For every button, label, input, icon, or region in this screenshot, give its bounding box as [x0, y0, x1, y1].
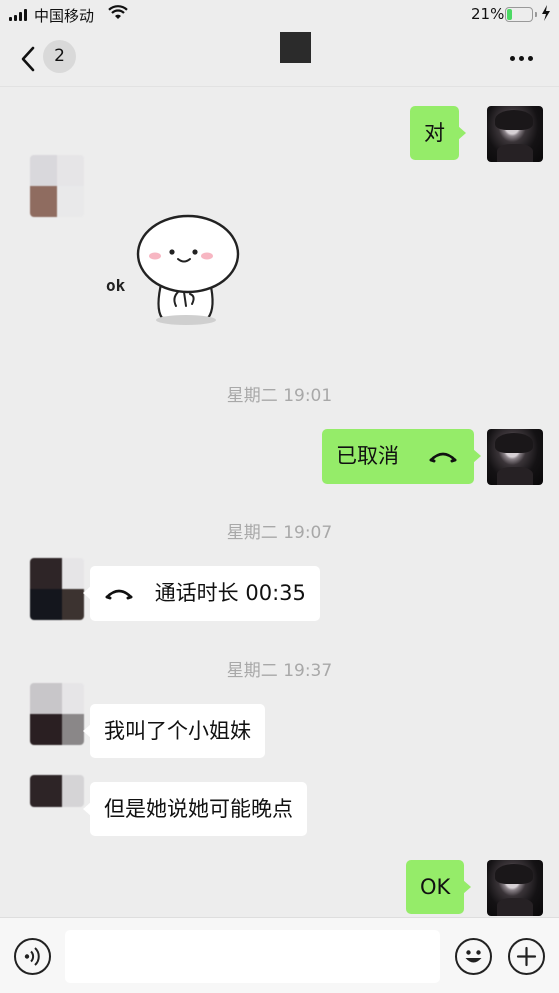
message-timestamp: 星期二 19:07	[226, 523, 333, 543]
more-button[interactable]	[505, 52, 537, 64]
back-arrow-icon	[21, 46, 35, 72]
message-text: 对	[424, 121, 445, 145]
status-bar: 中国移动 21%	[0, 0, 559, 30]
phone-hangup-icon	[104, 580, 134, 608]
battery-level	[507, 9, 513, 20]
battery-icon	[505, 7, 537, 22]
wifi-icon	[108, 5, 128, 25]
message-input[interactable]	[65, 930, 440, 983]
sticker-caption: ok	[106, 276, 126, 295]
more-dots-icon	[509, 55, 515, 61]
voice-icon	[24, 947, 40, 966]
plus-button[interactable]	[508, 938, 545, 975]
back-button[interactable]: 2	[14, 40, 78, 76]
call-duration-bubble[interactable]: 通话时长 00:35	[83, 566, 320, 621]
message-bubble-self[interactable]: OK	[406, 860, 472, 914]
battery-percent: 21%	[471, 5, 505, 23]
message-timestamp: 星期二 19:01	[226, 386, 333, 406]
call-cancelled-bubble-self[interactable]: 已取消	[322, 429, 481, 484]
sticker-message[interactable]: ok	[100, 210, 250, 330]
message-bubble-self[interactable]: 对	[410, 106, 466, 160]
my-avatar[interactable]	[487, 106, 543, 162]
contact-avatar[interactable]	[30, 775, 84, 807]
message-text: 通话时长 00:35	[154, 581, 306, 605]
message-text: 已取消	[336, 444, 399, 468]
contact-avatar[interactable]	[30, 155, 84, 217]
chat-input-bar	[0, 917, 559, 993]
charging-bolt-icon	[541, 5, 551, 25]
message-text: 我叫了个小姐妹	[104, 719, 251, 743]
contact-avatar[interactable]	[30, 558, 84, 620]
my-avatar[interactable]	[487, 429, 543, 485]
unread-count-badge: 2	[43, 40, 76, 73]
emoji-icon	[465, 950, 482, 963]
nav-divider	[0, 86, 559, 87]
message-text: 但是她说她可能晚点	[104, 797, 293, 821]
emoji-button[interactable]	[455, 938, 492, 975]
message-bubble-other[interactable]: 但是她说她可能晚点	[83, 782, 307, 836]
message-bubble-other[interactable]: 我叫了个小姐妹	[83, 704, 265, 758]
my-avatar[interactable]	[487, 860, 543, 916]
chat-nav-bar: 2	[0, 30, 559, 86]
message-text: OK	[420, 875, 451, 899]
signal-icon	[9, 9, 27, 21]
message-timestamp: 星期二 19:37	[226, 661, 333, 681]
chat-title-redacted	[280, 32, 311, 63]
plus-icon	[516, 946, 537, 967]
carrier-label: 中国移动	[34, 7, 95, 25]
phone-hangup-icon	[428, 443, 458, 471]
voice-button[interactable]	[14, 938, 51, 975]
contact-avatar[interactable]	[30, 683, 84, 745]
